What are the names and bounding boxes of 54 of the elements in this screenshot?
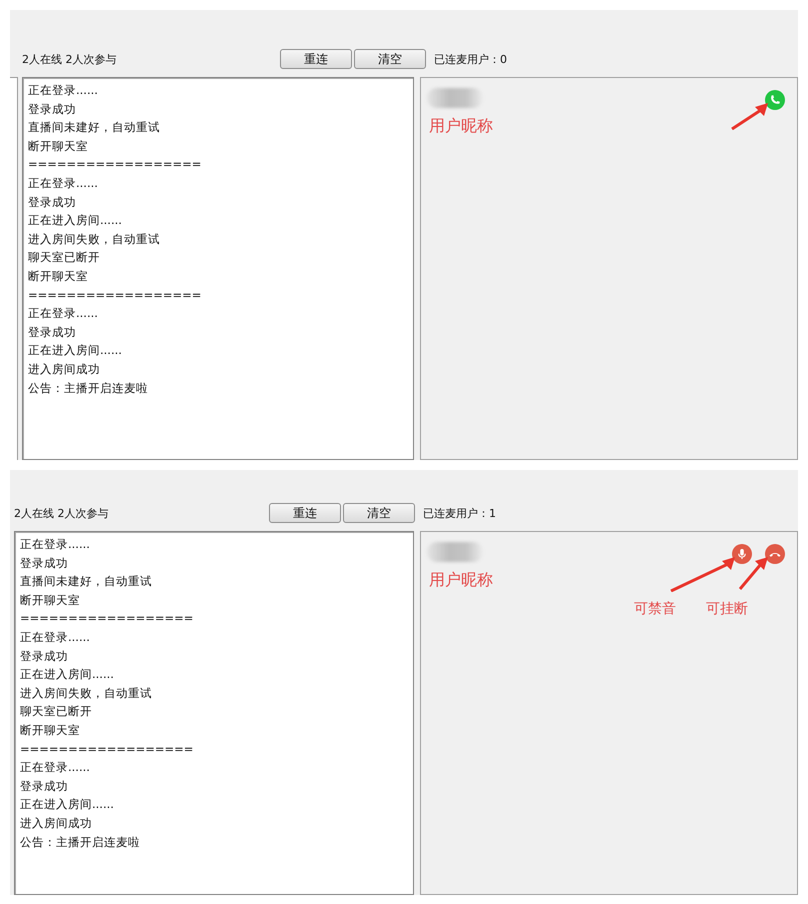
log-line: 正在进入房间......: [20, 796, 115, 814]
log-line: 登录成功: [28, 324, 77, 341]
avatar-placeholder: [427, 88, 483, 108]
log-line: ==================: [20, 610, 194, 628]
log-line: 聊天室已断开: [20, 703, 93, 720]
arrow-annotation: [731, 102, 769, 130]
log-line: 进入房间失败，自动重试: [28, 230, 161, 248]
log-line: 进入房间成功: [28, 360, 101, 378]
phone-icon[interactable]: [765, 544, 785, 564]
microphone-icon[interactable]: [732, 544, 752, 564]
log-line: 正在登录......: [28, 305, 99, 322]
nickname-note: 用户昵称: [429, 570, 493, 591]
log-line: 正在登录......: [20, 759, 91, 776]
toolbar-button[interactable]: 清空: [343, 503, 415, 523]
log-line: 正在进入房间......: [28, 342, 123, 360]
log-line: 进入房间成功: [20, 814, 93, 832]
online-status: 2人在线 2人次参与: [21, 52, 118, 66]
log-line: ==================: [20, 740, 194, 758]
log-line: 断开聊天室: [28, 268, 89, 285]
log-line: 公告：主播开启连麦啦: [20, 834, 141, 850]
toolbar-button[interactable]: 清空: [354, 49, 426, 69]
log-line: 登录成功: [20, 778, 69, 795]
log-line: 正在进入房间......: [28, 212, 123, 230]
nickname-note: 用户昵称: [429, 116, 493, 137]
toolbar-button[interactable]: 重连: [280, 49, 352, 69]
log-line: ==================: [28, 156, 202, 174]
phone-icon[interactable]: [765, 90, 785, 110]
annotation-note: 可禁音: [634, 600, 676, 618]
log-line: 进入房间失败，自动重试: [20, 684, 153, 702]
arrow-annotation: [739, 556, 769, 590]
log-line: 断开聊天室: [20, 592, 81, 609]
online-status: 2人在线 2人次参与: [13, 506, 110, 520]
log-line: 正在进入房间......: [20, 666, 115, 684]
connected-users-label: 已连麦用户：1: [423, 506, 496, 520]
log-line: 登录成功: [28, 194, 77, 211]
log-line: 正在登录......: [28, 82, 99, 99]
log-line: 聊天室已断开: [28, 249, 101, 266]
log-line: 登录成功: [28, 100, 77, 118]
avatar-placeholder: [427, 542, 483, 562]
connected-users-label: 已连麦用户：0: [434, 52, 507, 66]
log-line: 直播间未建好，自动重试: [20, 573, 153, 590]
log-line: 公告：主播开启连麦啦: [28, 380, 149, 396]
log-line: 直播间未建好，自动重试: [28, 119, 161, 136]
toolbar-button[interactable]: 重连: [269, 503, 341, 523]
log-line: 断开聊天室: [28, 138, 89, 155]
log-line: 登录成功: [20, 648, 69, 665]
log-line: 正在登录......: [28, 174, 99, 192]
log-line: 断开聊天室: [20, 722, 81, 739]
arrow-annotation: [670, 556, 736, 592]
log-line: 正在登录......: [20, 536, 91, 553]
annotation-note: 可挂断: [706, 600, 748, 618]
log-line: 登录成功: [20, 554, 69, 572]
log-line: 正在登录......: [20, 628, 91, 646]
log-line: ==================: [28, 286, 202, 304]
